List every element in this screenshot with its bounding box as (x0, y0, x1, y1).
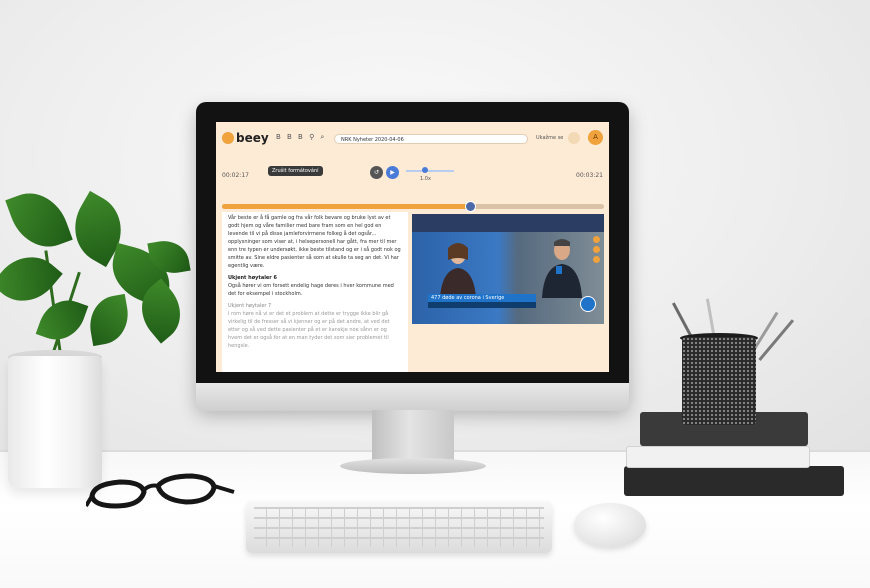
mouse (574, 503, 646, 547)
speed-label: 1.0x (420, 176, 431, 182)
speaker-label[interactable]: Ukjent høytaler 7 (228, 302, 402, 310)
desk-scene: beey B B B ⚲ ⌕ NRK Nyheter 2020-04-06 Uk… (0, 0, 870, 588)
video-control-icon[interactable] (593, 246, 600, 253)
video-control-icon[interactable] (593, 256, 600, 263)
tooltip: Zrušit formátování (268, 166, 323, 176)
timeline-handle[interactable] (465, 201, 477, 212)
reporter (542, 239, 582, 298)
app-screen: beey B B B ⚲ ⌕ NRK Nyheter 2020-04-06 Uk… (216, 122, 609, 372)
avatar[interactable]: A (588, 130, 603, 145)
speaker-label[interactable]: Ukjent høytaler 6 (228, 274, 402, 282)
timeline-progress-fill (222, 204, 471, 209)
document-title-input[interactable]: NRK Nyheter 2020-04-06 (334, 134, 528, 144)
news-lower-third: 477 døde av corona i Sverige (428, 294, 536, 302)
help-icon[interactable] (568, 132, 580, 144)
beey-logo-icon (222, 132, 234, 144)
monitor-chin (196, 383, 629, 411)
video-top-bar (412, 214, 604, 232)
video-control-icon[interactable] (593, 236, 600, 243)
video-player[interactable]: 477 døde av corona i Sverige (412, 214, 604, 324)
notebook-black (624, 466, 844, 496)
speed-slider[interactable] (406, 170, 454, 172)
transcript-paragraph[interactable]: Vår beste er å få gamle og fra vår folk … (228, 214, 402, 238)
keyboard (246, 501, 552, 553)
app-logo[interactable]: beey (236, 131, 269, 145)
speed-slider-handle[interactable] (422, 167, 428, 173)
notebook-white (626, 446, 810, 468)
formatting-toolbar[interactable]: B B B ⚲ ⌕ (276, 133, 326, 142)
monitor-stand (372, 410, 454, 465)
transcript-paragraph[interactable]: opplysninger som viser at, i helseperson… (228, 238, 402, 270)
news-anchor (440, 243, 476, 298)
user-name[interactable]: Ukažme se (536, 135, 563, 141)
nrk-logo-icon (580, 296, 596, 312)
transcript-editor[interactable]: Vår beste er å få gamle og fra vår folk … (222, 212, 408, 372)
total-time: 00:03:21 (576, 172, 603, 179)
app-header: beey B B B ⚲ ⌕ NRK Nyheter 2020-04-06 Uk… (216, 122, 609, 158)
monitor-foot (340, 458, 486, 474)
rewind-button[interactable]: ↺ (370, 166, 383, 179)
transcript-paragraph[interactable]: Også hører vi om forsett endelig hage de… (228, 282, 402, 298)
current-time: 00:02:17 (222, 172, 249, 179)
eyeglasses (86, 473, 235, 509)
video-panel-footer (412, 324, 604, 372)
news-subtitle-bar (428, 302, 536, 308)
timeline-progress[interactable] (222, 201, 604, 212)
play-button[interactable]: ▶ (386, 166, 399, 179)
transcript-paragraph[interactable]: I rom høre nå vi er det et problem at de… (228, 310, 402, 350)
